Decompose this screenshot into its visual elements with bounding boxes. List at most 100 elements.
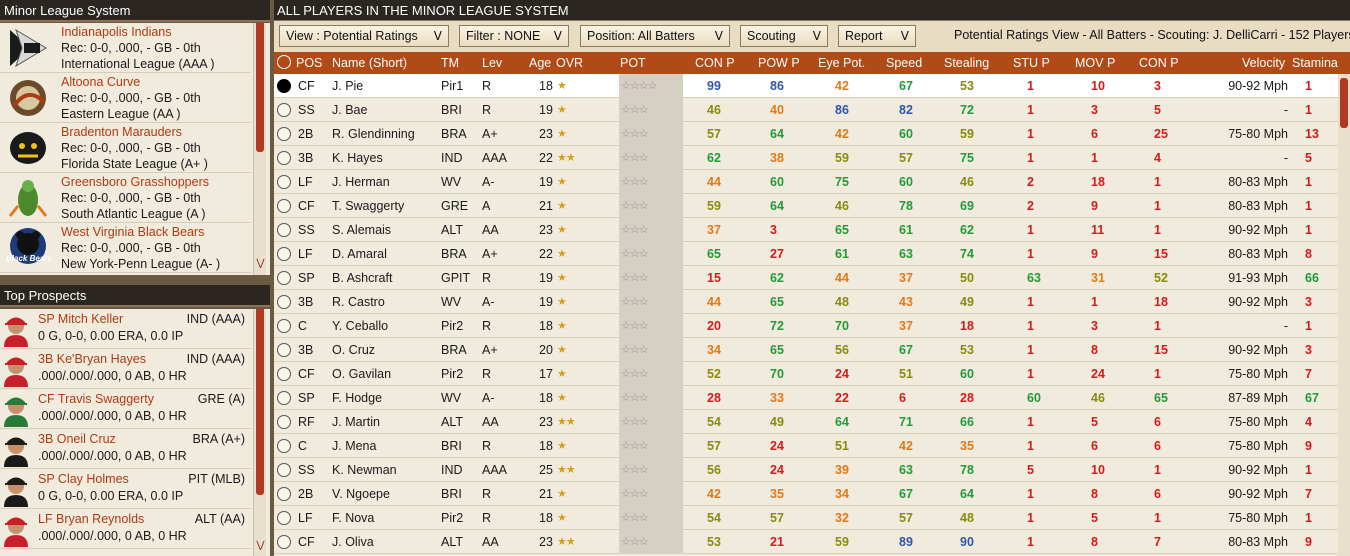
scroll-thumb[interactable]: [1340, 78, 1348, 128]
col-ovr[interactable]: OVR: [556, 56, 583, 70]
row-select-radio[interactable]: [277, 367, 291, 381]
table-row[interactable]: 2B R. Glendinning BRA A+ 23 ★ ☆☆☆ 57 64 42 60 59 1 6 2…: [274, 122, 1338, 146]
player-name-link[interactable]: F. Nova: [332, 511, 374, 525]
scroll-down-icon[interactable]: ⋁: [254, 257, 267, 271]
prospect-name-link[interactable]: SP Clay Holmes: [38, 472, 129, 486]
col-eye-pot[interactable]: Eye Pot.: [818, 56, 865, 70]
row-select-radio[interactable]: [277, 487, 291, 501]
table-row[interactable]: RF J. Martin ALT AA 23 ★★ ☆☆☆ 54 49 64 71 66 1 5 6 75-8…: [274, 410, 1338, 434]
table-row[interactable]: LF J. Herman WV A- 19 ★ ☆☆☆ 44 60 75 60 46 2 18 1 80-83…: [274, 170, 1338, 194]
table-scrollbar[interactable]: [1338, 74, 1350, 556]
scroll-thumb[interactable]: [256, 309, 264, 495]
table-row[interactable]: SP F. Hodge WV A- 18 ★ ☆☆☆ 28 33 22 6 28 60 46 65 87-89…: [274, 386, 1338, 410]
col-pot[interactable]: POT: [620, 56, 646, 70]
row-select-radio[interactable]: [277, 271, 291, 285]
team-name-link[interactable]: Bradenton Marauders: [61, 125, 182, 139]
player-name-link[interactable]: Y. Ceballo: [332, 319, 388, 333]
table-row[interactable]: 3B K. Hayes IND AAA 22 ★★ ☆☆☆ 62 38 59 57 75 1 1 4 - 5: [274, 146, 1338, 170]
row-select-radio[interactable]: [277, 463, 291, 477]
player-name-link[interactable]: J. Bae: [332, 103, 367, 117]
player-name-link[interactable]: K. Newman: [332, 463, 397, 477]
scroll-down-icon[interactable]: ⋁: [254, 539, 267, 553]
player-avatar-icon[interactable]: [2, 431, 30, 467]
team-row[interactable]: Black Bears West Virginia Black Bears Rec:…: [0, 223, 251, 273]
player-name-link[interactable]: F. Hodge: [332, 391, 382, 405]
prospect-name-link[interactable]: SP Mitch Keller: [38, 312, 123, 326]
row-select-radio[interactable]: [277, 151, 291, 165]
player-name-link[interactable]: J. Oliva: [332, 535, 374, 549]
row-select-radio[interactable]: [277, 103, 291, 117]
col-age[interactable]: Age: [529, 56, 551, 70]
row-select-radio[interactable]: [277, 247, 291, 261]
col-velocity[interactable]: Velocity: [1242, 56, 1285, 70]
row-select-radio[interactable]: [277, 511, 291, 525]
table-row[interactable]: SS J. Bae BRI R 19 ★ ☆☆☆ 46 40 86 82 72 1 3 5 - 1: [274, 98, 1338, 122]
team-row[interactable]: Indianapolis Indians Rec: 0-0, .000, - GB…: [0, 23, 251, 73]
table-row[interactable]: LF F. Nova Pir2 R 18 ★ ☆☆☆ 54 57 32 57 48 1 5 1 75-80 M…: [274, 506, 1338, 530]
col-mov-p[interactable]: MOV P: [1075, 56, 1115, 70]
player-name-link[interactable]: J. Herman: [332, 175, 390, 189]
prospect-row[interactable]: 3B Oneil Cruz BRA (A+) .000/.000/.000, 0 A…: [0, 429, 251, 469]
player-avatar-icon[interactable]: [2, 311, 30, 347]
table-row[interactable]: SP B. Ashcraft GPIT R 19 ★ ☆☆☆ 15 62 44 37 50 63 31 52…: [274, 266, 1338, 290]
player-name-link[interactable]: R. Castro: [332, 295, 385, 309]
row-select-radio[interactable]: [277, 175, 291, 189]
player-avatar-icon[interactable]: [2, 511, 30, 547]
row-select-radio[interactable]: [277, 343, 291, 357]
player-name-link[interactable]: R. Glendinning: [332, 127, 415, 141]
prospect-row[interactable]: 3B Ke'Bryan Hayes IND (AAA) .000/.000/.000…: [0, 349, 251, 389]
prospect-row[interactable]: CF Travis Swaggerty GRE (A) .000/.000/.000…: [0, 389, 251, 429]
player-avatar-icon[interactable]: [2, 471, 30, 507]
table-row[interactable]: CF J. Oliva ALT AA 23 ★★ ☆☆☆ 53 21 59 89 90 1 8 7 80-83…: [274, 530, 1338, 554]
prospect-row[interactable]: SP Clay Holmes PIT (MLB) 0 G, 0-0, 0.00 ER…: [0, 469, 251, 509]
col-stealing[interactable]: Stealing: [944, 56, 989, 70]
player-name-link[interactable]: K. Hayes: [332, 151, 383, 165]
marauders-logo[interactable]: [4, 126, 52, 170]
grasshoppers-logo[interactable]: [4, 176, 52, 220]
prospect-name-link[interactable]: LF Bryan Reynolds: [38, 512, 144, 526]
table-row[interactable]: 3B O. Cruz BRA A+ 20 ★ ☆☆☆ 34 65 56 67 53 1 8 15 90-92 …: [274, 338, 1338, 362]
prospect-row[interactable]: SP Mitch Keller IND (AAA) 0 G, 0-0, 0.00 E…: [0, 309, 251, 349]
col-con-p[interactable]: CON P: [695, 56, 735, 70]
col-stu-p[interactable]: STU P: [1013, 56, 1050, 70]
col-pow-p[interactable]: POW P: [758, 56, 800, 70]
curve-logo[interactable]: [4, 76, 52, 120]
prospects-scrollbar[interactable]: ⋀ ⋁: [253, 309, 266, 556]
position-dropdown[interactable]: Position: All Batters ᐯ: [580, 25, 730, 47]
col-stamina[interactable]: Stamina: [1292, 56, 1338, 70]
row-select-radio[interactable]: [277, 199, 291, 213]
table-row[interactable]: LF D. Amaral BRA A+ 22 ★ ☆☆☆ 65 27 61 63 74 1 9 15 80-8…: [274, 242, 1338, 266]
team-row[interactable]: Bradenton Marauders Rec: 0-0, .000, - GB …: [0, 123, 251, 173]
table-row[interactable]: CF J. Pie Pir1 R 18 ★ ☆☆☆☆ 99 86 42 67 53 1 10 3 90-92 …: [274, 74, 1338, 98]
table-row[interactable]: CF T. Swaggerty GRE A 21 ★ ☆☆☆ 59 64 46 78 69 2 9 1 80-…: [274, 194, 1338, 218]
player-name-link[interactable]: B. Ashcraft: [332, 271, 392, 285]
team-name-link[interactable]: Greensboro Grasshoppers: [61, 175, 209, 189]
player-name-link[interactable]: V. Ngoepe: [332, 487, 390, 501]
team-name-link[interactable]: West Virginia Black Bears: [61, 225, 204, 239]
row-select-radio[interactable]: [277, 439, 291, 453]
row-select-radio[interactable]: [277, 415, 291, 429]
report-dropdown[interactable]: Report ᐯ: [838, 25, 916, 47]
scouting-dropdown[interactable]: Scouting ᐯ: [740, 25, 828, 47]
row-select-radio[interactable]: [277, 319, 291, 333]
minor-league-scrollbar[interactable]: ⋀ ⋁: [253, 23, 266, 275]
scroll-thumb[interactable]: [256, 23, 264, 152]
player-name-link[interactable]: J. Martin: [332, 415, 380, 429]
team-row[interactable]: Altoona Curve Rec: 0-0, .000, - GB - 0th E…: [0, 73, 251, 123]
table-row[interactable]: SS S. Alemais ALT AA 23 ★ ☆☆☆ 37 3 65 61 62 1 11 1 90-9…: [274, 218, 1338, 242]
player-name-link[interactable]: J. Mena: [332, 439, 376, 453]
col-tm[interactable]: TM: [441, 56, 459, 70]
col-con-p-pitch[interactable]: CON P: [1139, 56, 1179, 70]
table-row[interactable]: C J. Mena BRI R 18 ★ ☆☆☆ 57 24 51 42 35 1 6 6 75-80 Mph…: [274, 434, 1338, 458]
table-row[interactable]: CF O. Gavilan Pir2 R 17 ★ ☆☆☆ 52 70 24 51 60 1 24 1 75-…: [274, 362, 1338, 386]
team-row[interactable]: Greensboro Grasshoppers Rec: 0-0, .000, -…: [0, 173, 251, 223]
row-select-radio[interactable]: [277, 295, 291, 309]
row-select-radio[interactable]: [277, 391, 291, 405]
prospect-name-link[interactable]: 3B Ke'Bryan Hayes: [38, 352, 146, 366]
row-select-radio[interactable]: [277, 535, 291, 549]
prospect-name-link[interactable]: CF Travis Swaggerty: [38, 392, 154, 406]
col-name[interactable]: Name (Short): [332, 56, 407, 70]
prospect-name-link[interactable]: 3B Oneil Cruz: [38, 432, 116, 446]
player-name-link[interactable]: O. Cruz: [332, 343, 375, 357]
row-select-radio[interactable]: [277, 223, 291, 237]
